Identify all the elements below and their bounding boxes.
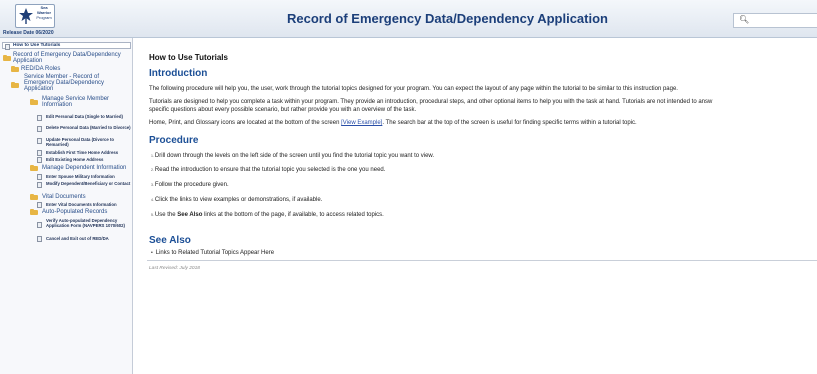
folder-icon <box>3 54 11 61</box>
procedure-step: 2.Read the introduction to ensure that t… <box>151 167 385 173</box>
sidebar-item-label: Cancel and Exit out of RED/DA <box>46 236 109 241</box>
step-text: Drill down through the levels on the lef… <box>154 153 435 159</box>
sidebar-item-label: Establish First Time Home Address <box>46 150 119 155</box>
anchor-star-icon <box>19 8 33 24</box>
page-icon <box>37 202 42 208</box>
folder-icon <box>11 81 19 88</box>
folder-icon <box>30 193 38 200</box>
sidebar-item-label: Edit Existing Home Address <box>46 157 104 162</box>
sidebar-item-verify-auto-populated[interactable]: Verify Auto-populated Dependency Applica… <box>37 218 131 228</box>
see-also-item[interactable]: • Links to Related Tutorial Topics Appear… <box>151 250 274 256</box>
procedure-step: 1.Drill down through the levels on the l… <box>151 153 434 159</box>
intro-paragraph-2b: specific questions about every possible … <box>149 107 417 113</box>
intro-p3-text-pre: Home, Print, and Glossary icons are loca… <box>149 120 342 126</box>
sidebar-item-service-member-redda[interactable]: Service Member - Record of Emergency Dat… <box>11 74 131 92</box>
procedure-step: 5.Use the See Also links at the bottom o… <box>151 212 384 218</box>
sidebar-item-modify-dependent[interactable]: Modify Dependent/Beneficiary or Contact <box>37 181 131 188</box>
intro-p3-text-post: . The search bar at the top of the scree… <box>382 120 637 126</box>
folder-icon <box>30 98 38 105</box>
sidebar-item-cancel-exit[interactable]: Cancel and Exit out of RED/DA <box>37 236 131 242</box>
app-title: Record of Emergency Data/Dependency Appl… <box>287 11 608 26</box>
step-text: Click the links to view examples or demo… <box>154 197 323 203</box>
sidebar-item-label: Update Personal Data (Divorce to Remarri… <box>46 137 115 147</box>
search-icon: 🔍︎ <box>739 15 750 24</box>
sidebar-item-establish-home-address[interactable]: Establish First Time Home Address <box>37 150 131 156</box>
header-bar: Sea Warrior Program Release Date 06/2020… <box>0 0 817 38</box>
sidebar-item-label: Manage Service Member Information <box>42 96 110 108</box>
step-number: 2. <box>151 168 154 172</box>
see-also-item-label: Links to Related Tutorial Topics Appear … <box>155 250 275 256</box>
sidebar-item-vital-documents[interactable]: Vital Documents <box>30 193 131 200</box>
sidebar-item-label: Delete Personal Data (Married to Divorce… <box>46 125 131 130</box>
sidebar-item-enter-spouse-military[interactable]: Enter Spouse Military Information <box>37 174 131 180</box>
page-icon <box>37 115 42 121</box>
intro-paragraph-3: Home, Print, and Glossary icons are loca… <box>149 120 637 127</box>
sidebar-item-enter-vital-documents[interactable]: Enter Vital Documents Information <box>37 202 131 208</box>
page-icon <box>37 222 42 228</box>
sidebar-item-label: Enter Vital Documents Information <box>46 202 117 207</box>
page-icon <box>37 174 42 180</box>
logo-line-1: Sea Warrior <box>36 5 52 15</box>
step-number: 3. <box>151 183 154 187</box>
logo-line-2: Program <box>36 15 52 20</box>
procedure-heading: Procedure <box>149 135 199 146</box>
sidebar-item-label: Auto-Populated Records <box>42 209 108 215</box>
intro-paragraph-2a: Tutorials are designed to help you compl… <box>149 99 713 105</box>
step-text-pre: Use the <box>154 212 178 218</box>
logo-text: Sea Warrior Program <box>33 5 55 20</box>
step-text: Follow the procedure given. <box>154 182 229 188</box>
last-revised: Last Revised: July 2018 <box>149 266 200 271</box>
sidebar-item-label: Record of Emergency Data/Dependency Appl… <box>13 52 121 64</box>
sidebar-item-label: Edit Personal Data (Single to Married) <box>46 114 123 119</box>
sidebar-item-manage-dependent[interactable]: Manage Dependent Information <box>30 164 131 171</box>
folder-icon <box>30 208 38 215</box>
sidebar-item-label: Modify Dependent/Beneficiary or Contact <box>46 181 131 186</box>
page-icon <box>37 236 42 242</box>
sidebar-item-label: Verify Auto-populated Dependency Applica… <box>46 218 125 228</box>
step-text: Read the introduction to ensure that the… <box>154 167 386 173</box>
search-input[interactable]: 🔍︎ <box>733 13 817 28</box>
see-also-heading: See Also <box>149 235 191 246</box>
page-icon <box>37 157 42 163</box>
folder-icon <box>30 164 38 171</box>
procedure-step: 3.Follow the procedure given. <box>151 182 229 188</box>
sidebar-item-label: Enter Spouse Military Information <box>46 174 115 179</box>
page-icon <box>37 126 42 132</box>
page-title: How to Use Tutorials <box>149 53 228 62</box>
sidebar-item-update-personal-data[interactable]: Update Personal Data (Divorce to Remarri… <box>37 137 131 147</box>
divider <box>147 260 817 261</box>
sidebar-item-label: How to Use Tutorials <box>13 43 61 48</box>
sidebar-item-label: RED/DA Roles <box>21 66 61 72</box>
bullet: • <box>151 250 153 256</box>
sidebar-item-label: Service Member - Record of Emergency Dat… <box>24 74 105 92</box>
release-date: Release Date 06/2020 <box>3 30 54 36</box>
intro-paragraph-1: The following procedure will help you, t… <box>149 86 678 92</box>
folder-icon <box>11 65 19 72</box>
sidebar-item-label: Vital Documents <box>42 194 86 200</box>
sidebar-item-auto-populated-records[interactable]: Auto-Populated Records <box>30 208 131 215</box>
introduction-heading: Introduction <box>149 68 208 79</box>
step-number: 4. <box>151 198 154 202</box>
sidebar-item-edit-personal-data[interactable]: Edit Personal Data (Single to Married) <box>37 114 131 121</box>
sidebar-item-redda-roles[interactable]: RED/DA Roles <box>11 65 131 72</box>
procedure-step: 4.Click the links to view examples or de… <box>151 197 322 203</box>
page-icon <box>37 182 42 188</box>
step-number: 1. <box>151 154 154 158</box>
sidebar-item-redda[interactable]: Record of Emergency Data/Dependency Appl… <box>3 52 131 64</box>
sidebar-item-manage-service-member[interactable]: Manage Service Member Information <box>30 96 131 108</box>
see-also-emphasis: See Also <box>177 212 203 218</box>
step-text-post: links at the bottom of the page, if avai… <box>202 212 384 218</box>
sidebar-item-edit-home-address[interactable]: Edit Existing Home Address <box>37 157 131 163</box>
sidebar-item-how-to-use-tutorials[interactable]: How to Use Tutorials <box>2 42 131 50</box>
page-icon <box>37 138 42 144</box>
view-example-link[interactable]: [View Example] <box>341 120 382 126</box>
sidebar-item-label: Manage Dependent Information <box>42 165 127 171</box>
sidebar-item-delete-personal-data[interactable]: Delete Personal Data (Married to Divorce… <box>37 125 131 132</box>
step-number: 5. <box>151 213 154 217</box>
page-icon <box>37 150 42 156</box>
page-icon <box>5 43 10 50</box>
